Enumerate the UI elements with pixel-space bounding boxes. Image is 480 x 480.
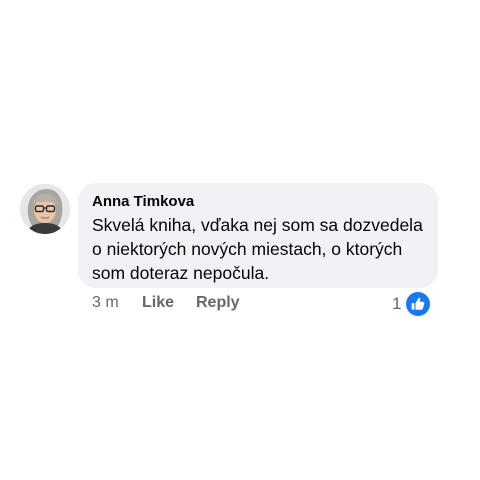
reaction-count: 1 <box>392 294 402 313</box>
comment-timestamp[interactable]: 3 m <box>92 294 119 312</box>
avatar-image <box>20 184 70 234</box>
comment-text: Skvelá kniha, vďaka nej som sa dozvedela… <box>92 215 423 283</box>
comment-bubble: Anna Timkova Skvelá kniha, vďaka nej som… <box>78 183 438 288</box>
like-button[interactable]: Like <box>142 294 174 312</box>
avatar[interactable] <box>20 184 70 234</box>
reply-button[interactable]: Reply <box>196 294 240 312</box>
comment: Anna Timkova Skvelá kniha, vďaka nej som… <box>0 0 480 480</box>
author-name[interactable]: Anna Timkova <box>92 193 194 210</box>
thumbs-up-icon <box>406 292 430 316</box>
